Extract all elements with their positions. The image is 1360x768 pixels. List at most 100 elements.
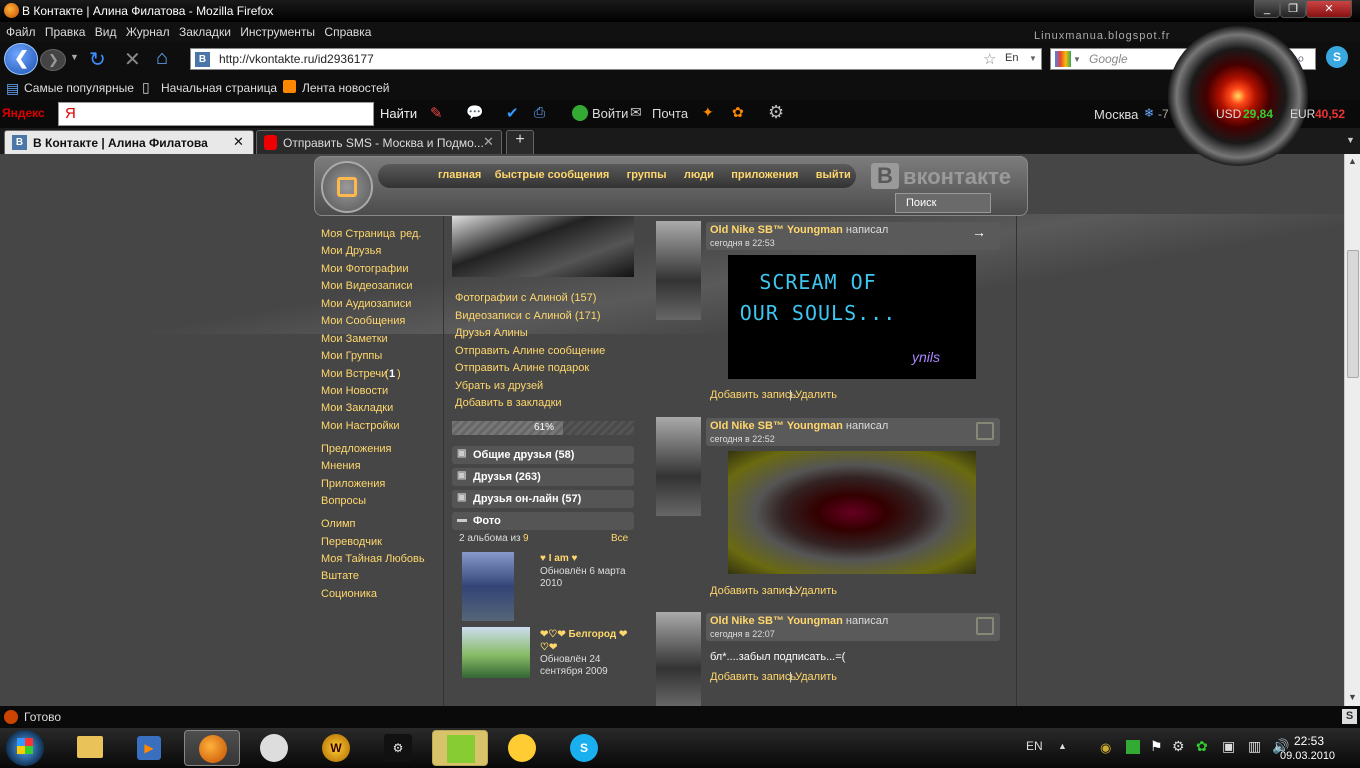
nav-people[interactable]: люди <box>684 169 714 181</box>
delete-post-link[interactable]: Удалить <box>795 585 837 597</box>
left-menu-item[interactable]: Переводчик <box>321 536 382 548</box>
mail-icon[interactable]: ✉ <box>630 104 642 121</box>
scrollbar-thumb[interactable] <box>1347 250 1359 378</box>
taskbar-explorer[interactable] <box>61 730 117 766</box>
left-menu-item[interactable]: Мои Группы <box>321 350 382 362</box>
back-button[interactable]: ❮ <box>4 43 38 75</box>
url-dropdown-icon[interactable]: ▼ <box>1029 54 1037 63</box>
tray-expand-icon[interactable]: ▲ <box>1058 741 1067 751</box>
tab-close-icon[interactable]: ✕ <box>233 134 244 150</box>
tray-flag-icon[interactable]: ⚑ <box>1150 738 1163 755</box>
close-window-button[interactable]: ✕ <box>1306 0 1352 18</box>
menu-edit[interactable]: Правка <box>45 25 86 39</box>
tray-utorrent-icon[interactable] <box>1126 740 1140 754</box>
left-menu-item[interactable]: Мнения <box>321 460 361 472</box>
profile-link[interactable]: Отправить Алине подарок <box>455 362 589 374</box>
left-menu-item[interactable]: Мои Видеозаписи <box>321 280 413 292</box>
left-menu-item[interactable]: Мои Аудиозаписи <box>321 298 411 310</box>
taskbar-app[interactable] <box>432 730 488 766</box>
mutual-friends-block[interactable]: ▣ Общие друзья (58) <box>452 446 634 464</box>
language-indicator[interactable]: En <box>1005 52 1018 64</box>
taskbar-icq[interactable] <box>494 730 550 766</box>
menu-history[interactable]: Журнал <box>126 25 170 39</box>
fotki-icon[interactable]: ✦ <box>702 104 714 121</box>
reply-arrow-icon[interactable]: → <box>972 224 986 240</box>
taskbar-qip[interactable] <box>246 730 302 766</box>
yandex-find-button[interactable]: Найти <box>380 106 417 121</box>
weather-city[interactable]: Москва <box>1094 107 1138 122</box>
vk-logo-text[interactable]: вконтакте <box>903 164 1011 190</box>
tab-sms[interactable]: Отправить SMS - Москва и Подмо... ✕ <box>256 130 502 154</box>
profile-link[interactable]: Видеозаписи с Алиной (171) <box>455 310 601 322</box>
post-image[interactable] <box>728 451 976 574</box>
new-tab-button[interactable]: + <box>506 130 534 154</box>
taskbar-steam[interactable]: ⚙ <box>370 730 426 766</box>
tray-network-icon[interactable]: ▥ <box>1248 738 1261 755</box>
profile-link[interactable]: Друзья Алины <box>455 327 528 339</box>
delete-post-link[interactable]: Удалить <box>795 671 837 683</box>
photo-block[interactable]: ▬ Фото <box>452 512 634 530</box>
maximize-button[interactable]: ❐ <box>1280 0 1306 18</box>
album-title[interactable]: ❤♡❤ Белгород ❤♡❤ <box>540 628 632 654</box>
left-menu-item[interactable]: Мои Друзья <box>321 245 381 257</box>
add-post-link[interactable]: Добавить запись <box>710 671 796 683</box>
nav-logout[interactable]: выйти <box>816 169 851 181</box>
left-menu-item[interactable]: Мои Сообщения <box>321 315 405 327</box>
check-icon[interactable]: ✔ <box>506 104 519 122</box>
translate-icon[interactable]: ⎙ <box>534 104 545 121</box>
left-menu-item[interactable]: Мои Заметки <box>321 333 388 345</box>
menu-help[interactable]: Справка <box>324 25 371 39</box>
taskbar-wow[interactable]: W <box>308 730 364 766</box>
settings-gear-icon[interactable]: ⚙ <box>768 102 784 123</box>
nav-home[interactable]: главная <box>438 169 481 181</box>
tray-icon[interactable]: ◉ <box>1100 740 1111 756</box>
market-icon[interactable]: ✿ <box>732 104 744 121</box>
input-language[interactable]: EN <box>1026 739 1043 753</box>
left-menu-item[interactable]: Моя Страница <box>321 228 395 240</box>
menu-file[interactable]: Файл <box>6 25 36 39</box>
author-avatar[interactable] <box>656 417 701 516</box>
post-author[interactable]: Old Nike SB™ Youngman <box>710 420 843 432</box>
author-avatar[interactable] <box>656 612 701 706</box>
reload-icon[interactable]: ↻ <box>89 47 106 72</box>
post-image[interactable]: SCREAM OF OUR SOULS... ynils <box>728 255 976 379</box>
profile-link[interactable]: Убрать из друзей <box>455 380 543 392</box>
taskbar-firefox[interactable] <box>184 730 240 766</box>
left-menu-item[interactable]: Мои Встречи <box>321 368 387 380</box>
tray-icq-icon[interactable]: ✿ <box>1196 738 1208 755</box>
left-menu-item[interactable]: Соционика <box>321 588 377 600</box>
albums-all-link[interactable]: Все <box>611 533 628 544</box>
add-post-link[interactable]: Добавить запись <box>710 585 796 597</box>
profile-photo[interactable] <box>452 216 634 277</box>
menu-view[interactable]: Вид <box>95 25 117 39</box>
tray-display-icon[interactable]: ▣ <box>1222 738 1235 755</box>
bookmark-most-visited[interactable]: Самые популярные <box>24 81 134 95</box>
left-menu-item[interactable]: Приложения <box>321 478 385 490</box>
vk-search-button[interactable]: Поиск <box>895 193 991 213</box>
nav-quick-messages[interactable]: быстрые сообщения <box>495 169 610 181</box>
author-avatar[interactable] <box>656 221 701 320</box>
edit-link[interactable]: ред. <box>400 228 421 240</box>
menu-tools[interactable]: Инструменты <box>240 25 315 39</box>
home-icon[interactable]: ⌂ <box>156 47 168 70</box>
album-thumb[interactable] <box>462 552 514 621</box>
bookmark-start-page[interactable]: Начальная страница <box>161 81 277 95</box>
history-dropdown-icon[interactable]: ▼ <box>70 52 79 62</box>
vertical-scrollbar[interactable]: ▲ ▼ <box>1344 154 1360 706</box>
left-menu-item[interactable]: Мои Закладки <box>321 402 393 414</box>
tab-list-icon[interactable]: ▼ <box>1346 135 1355 145</box>
bookmark-star-icon[interactable]: ☆ <box>983 50 996 68</box>
tab-close-icon[interactable]: ✕ <box>483 134 494 150</box>
chat-icon[interactable]: 💬 <box>466 104 483 121</box>
tray-steam-icon[interactable]: ⚙ <box>1172 738 1185 755</box>
add-post-link[interactable]: Добавить запись <box>710 389 796 401</box>
friends-block[interactable]: ▣ Друзья (263) <box>452 468 634 486</box>
clock-date[interactable]: 09.03.2010 <box>1280 750 1335 762</box>
left-menu-item[interactable]: Вопросы <box>321 495 366 507</box>
search-engine-dropdown-icon[interactable]: ▼ <box>1073 55 1081 64</box>
google-icon[interactable] <box>1055 51 1071 67</box>
left-menu-item[interactable]: Мои Фотографии <box>321 263 408 275</box>
url-bar[interactable]: В http://vkontakte.ru/id2936177 ☆ En ▼ <box>190 48 1042 70</box>
nav-groups[interactable]: группы <box>627 169 667 181</box>
pen-icon[interactable]: ✎ <box>430 104 443 122</box>
